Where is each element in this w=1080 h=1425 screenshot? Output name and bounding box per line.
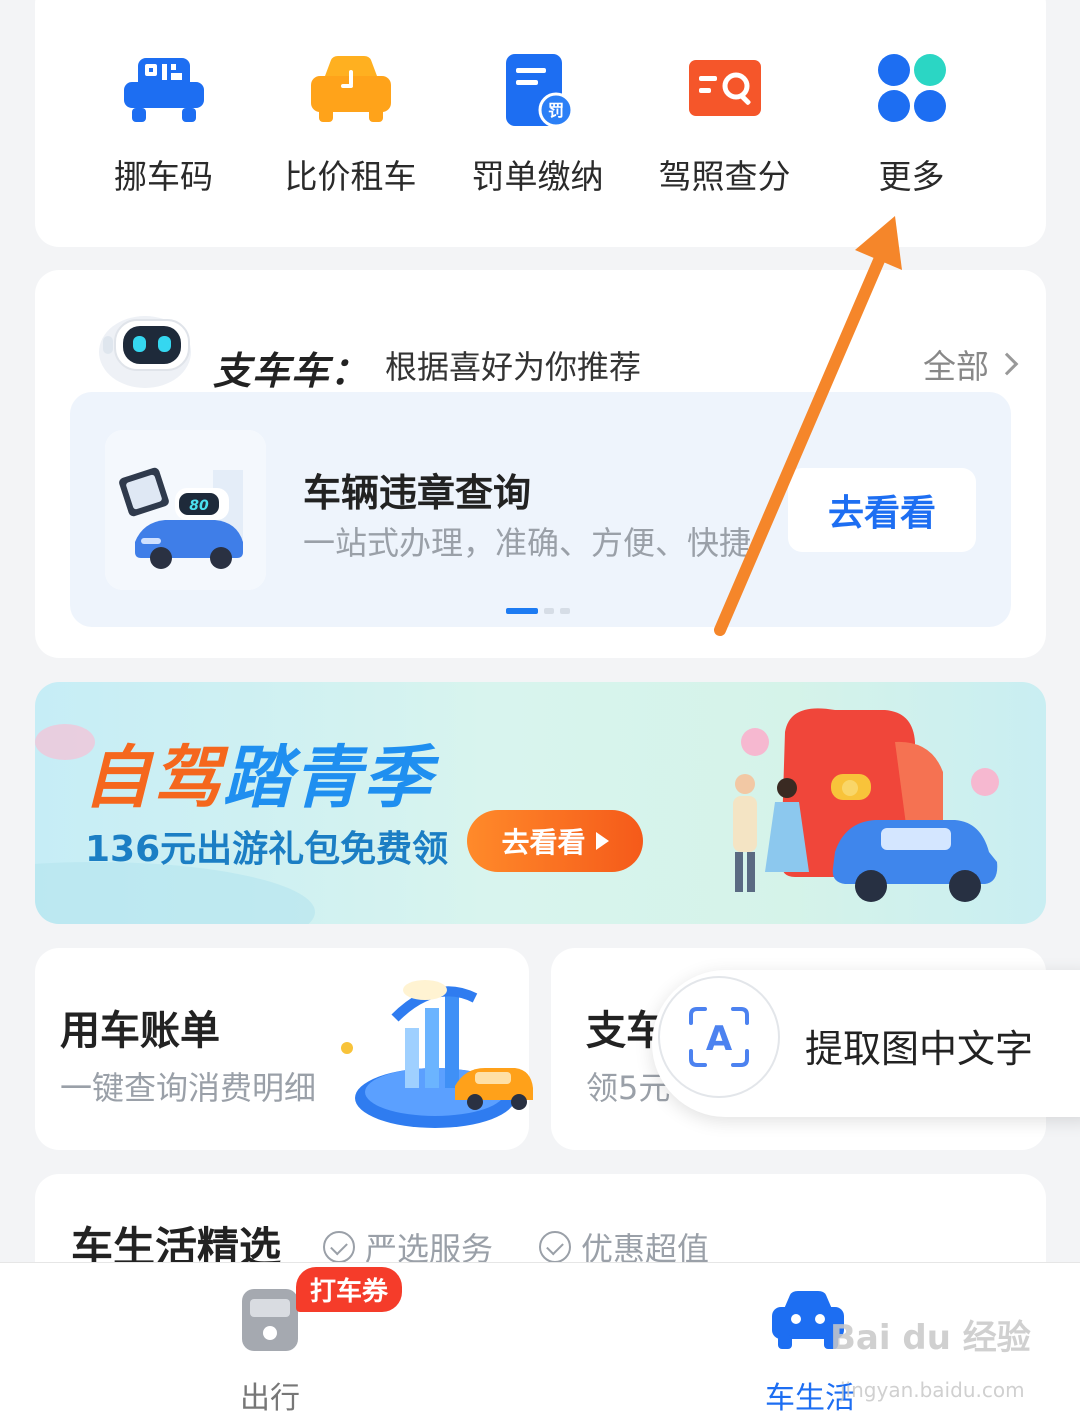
banner-go-label: 去看看 xyxy=(501,826,586,859)
banner-subtitle: 136元出游礼包免费领 xyxy=(85,829,449,870)
pager-dot xyxy=(560,608,570,614)
robot-mascot-icon xyxy=(99,316,191,388)
view-all-label: 全部 xyxy=(923,347,989,386)
service-label: 挪车码 xyxy=(114,157,213,196)
recommend-brand: 支车车： xyxy=(213,349,370,393)
text-scan-icon: A xyxy=(689,1007,749,1067)
recommend-card: 支车车： 根据喜好为你推荐 全部 80 车辆违章查询 一站式办理，准确、方便、快… xyxy=(35,270,1046,658)
bill-title: 用车账单 xyxy=(60,1008,220,1054)
license-search-icon xyxy=(688,60,761,116)
text-scan-button[interactable]: A xyxy=(658,976,780,1098)
svg-text:A: A xyxy=(706,1019,733,1059)
svg-text:罚: 罚 xyxy=(547,101,563,120)
banner-title: 自驾踏青季 xyxy=(83,722,433,821)
recommend-item-title: 车辆违章查询 xyxy=(303,471,532,515)
chevron-right-icon xyxy=(995,352,1019,376)
check-circle-icon xyxy=(323,1231,355,1263)
service-ticket-fine[interactable]: 罚 罚单缴纳 xyxy=(444,54,631,198)
car-speed-illustration-icon: 80 xyxy=(105,430,266,590)
check-circle-icon xyxy=(539,1231,571,1263)
pager-dot-active xyxy=(506,608,538,614)
service-label: 比价租车 xyxy=(284,157,417,196)
svg-text:80: 80 xyxy=(189,498,209,514)
extract-text-label: 提取图中文字 xyxy=(805,1027,1034,1071)
service-more[interactable]: 更多 xyxy=(818,54,1005,198)
service-parking-qr[interactable]: 挪车码 xyxy=(70,54,257,198)
baidu-jingyan-url: jingyan.baidu.com xyxy=(840,1378,1025,1402)
carousel-pager xyxy=(506,608,570,614)
service-license-points[interactable]: 驾照查分 xyxy=(631,54,818,198)
bill-desc: 一键查询消费明细 xyxy=(60,1069,317,1107)
more-grid-icon xyxy=(877,54,946,122)
banner-go-button[interactable]: 去看看 xyxy=(467,810,643,872)
recommend-item-desc: 一站式办理，准确、方便、快捷 xyxy=(303,524,752,562)
bill-chart-illustration-icon xyxy=(341,980,533,1128)
nav-label-travel: 出行 xyxy=(240,1381,300,1416)
baidu-jingyan-watermark: Bai du 经验 xyxy=(830,1318,1031,1358)
recommend-header: 支车车： 根据喜好为你推荐 全部 xyxy=(75,300,1019,393)
vehicle-bill-card[interactable]: 用车账单 一键查询消费明细 xyxy=(35,948,533,1150)
service-label: 更多 xyxy=(878,157,945,196)
violation-thumbnail: 80 xyxy=(105,430,266,590)
banner-title-part2: 踏青季 xyxy=(223,739,434,818)
service-label: 罚单缴纳 xyxy=(471,157,604,196)
services-card: 挪车码 比价租车 罚 罚单缴纳 驾照查分 更多 xyxy=(35,0,1046,247)
car-rental-icon xyxy=(310,56,391,122)
play-arrow-icon xyxy=(595,832,609,850)
promo-banner[interactable]: 自驾踏青季 136元出游礼包免费领 去看看 xyxy=(35,682,1046,924)
pager-dot xyxy=(544,608,554,614)
service-label: 驾照查分 xyxy=(658,157,791,196)
service-car-rental[interactable]: 比价租车 xyxy=(257,54,444,198)
go-see-button[interactable]: 去看看 xyxy=(788,468,976,552)
recommend-subtitle: 根据喜好为你推荐 xyxy=(385,348,642,386)
train-icon xyxy=(242,1289,298,1351)
taxi-coupon-badge: 打车券 xyxy=(296,1267,403,1312)
parking-qr-icon xyxy=(123,58,204,122)
banner-title-part1: 自驾 xyxy=(83,739,224,818)
extract-text-popup[interactable]: A 提取图中文字 xyxy=(652,970,1080,1117)
travel-illustration-icon xyxy=(733,708,999,902)
ticket-fine-icon: 罚 xyxy=(505,54,573,126)
view-all-link[interactable]: 全部 xyxy=(923,340,1019,388)
recommend-item[interactable]: 80 车辆违章查询 一站式办理，准确、方便、快捷 去看看 xyxy=(70,392,1011,627)
